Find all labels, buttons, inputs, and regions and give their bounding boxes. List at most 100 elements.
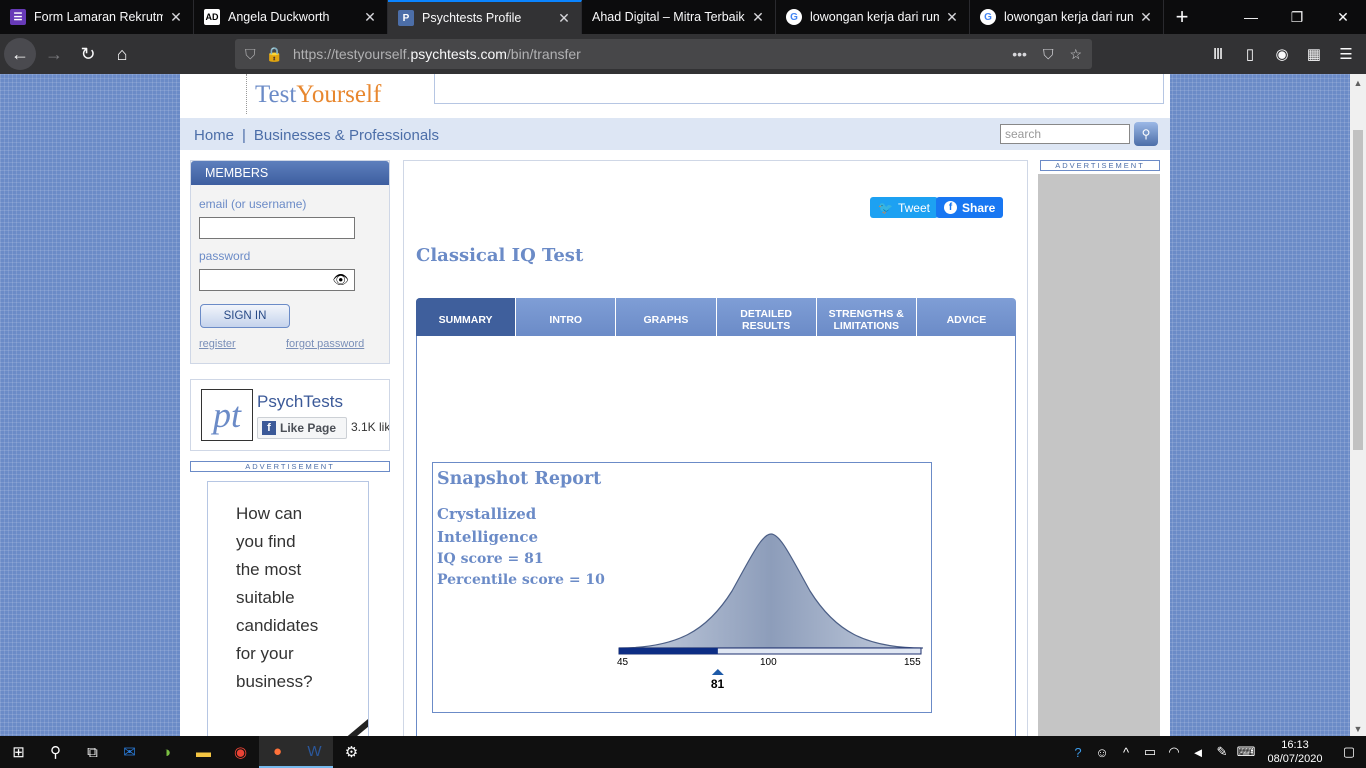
ad-corner-decoration <box>338 717 368 736</box>
people-icon[interactable]: ☺ <box>1090 745 1114 760</box>
nav-separator: | <box>242 127 246 144</box>
help-icon[interactable]: ? <box>1066 745 1090 760</box>
paint-icon[interactable]: ◑ <box>148 736 185 768</box>
tab-advice[interactable]: ADVICE <box>917 298 1016 336</box>
chevron-up-icon[interactable]: ^ <box>1114 745 1138 760</box>
browser-tab[interactable]: ☰ Form Lamaran Rekrutmen ✕ <box>0 0 194 34</box>
nav-home-link[interactable]: Home <box>194 127 234 144</box>
windows-taskbar: ⊞ ⚲ ⧉ ✉ ◑ ▬ ◉ ● W ⚙ ? ☺ ^ ▭ ◠ ◄ ✎ ⌨ 16:1… <box>0 736 1366 768</box>
snapshot-line: Crystallized <box>437 505 537 523</box>
logo-text-b: Yourself <box>296 81 382 108</box>
register-link[interactable]: register <box>199 338 236 350</box>
tab-graphs[interactable]: GRAPHS <box>616 298 717 336</box>
pocket-icon[interactable]: ⛉ <box>1043 46 1054 63</box>
keyboard-icon[interactable]: ⌨ <box>1234 744 1258 760</box>
reload-button[interactable]: ↻ <box>72 38 104 70</box>
show-password-icon[interactable]: 👁 <box>332 272 349 288</box>
tab-summary[interactable]: SUMMARY <box>416 298 517 336</box>
bell-curve-graph: 45 100 155 81 <box>617 533 924 691</box>
task-view-icon[interactable]: ⧉ <box>74 736 111 768</box>
url-host: psychtests.com <box>410 46 507 62</box>
top-banner-ad <box>434 74 1164 104</box>
scroll-thumb[interactable] <box>1353 130 1363 450</box>
sidebar-icon[interactable]: ▯ <box>1238 38 1262 70</box>
search-button[interactable]: ⚲ <box>1134 122 1158 146</box>
page-actions-icon[interactable]: ••• <box>1012 46 1027 62</box>
forward-button[interactable]: → <box>38 38 70 70</box>
url-bar[interactable]: ⛉ 🔒 https://testyourself. psychtests.com /… <box>235 39 1092 69</box>
system-tray: ? ☺ ^ ▭ ◠ ◄ ✎ ⌨ 16:13 08/07/2020 ▢ <box>1066 736 1366 768</box>
scale-min-label: 45 <box>617 657 629 668</box>
logo-text-a: Test <box>255 81 297 108</box>
home-button[interactable]: ⌂ <box>106 38 138 70</box>
bookmark-star-icon[interactable]: ☆ <box>1069 46 1082 63</box>
windows-start-icon[interactable]: ⊞ <box>0 736 37 768</box>
close-tab-icon[interactable]: ✕ <box>945 9 959 26</box>
ad-line: the most <box>236 560 302 579</box>
scroll-down-icon[interactable]: ▼ <box>1350 724 1366 734</box>
site-container: TestYourself Home | Businesses & Profess… <box>180 74 1170 736</box>
percentile-text: Percentile score = 10 <box>437 572 605 588</box>
email-label: email (or username) <box>199 197 307 211</box>
twitter-icon: 🐦 <box>878 200 893 215</box>
ad-icon: AD <box>204 9 220 25</box>
fb-page-name[interactable]: PsychTests <box>257 392 343 412</box>
browser-tab[interactable]: G lowongan kerja dari rumah ✕ <box>776 0 970 34</box>
ad-label: ADVERTISEMENT <box>190 461 390 472</box>
close-tab-icon[interactable]: ✕ <box>751 9 765 26</box>
close-tab-icon[interactable]: ✕ <box>1139 9 1153 26</box>
browser-tab[interactable]: AD Angela Duckworth ✕ <box>194 0 388 34</box>
tab-intro[interactable]: INTRO <box>516 298 617 336</box>
left-advertisement[interactable]: How can you find the most suitable candi… <box>207 481 369 736</box>
search-icon[interactable]: ⚲ <box>37 736 74 768</box>
notifications-icon[interactable]: ▢ <box>1332 744 1366 760</box>
volume-icon[interactable]: ◄ <box>1186 745 1210 760</box>
back-button[interactable]: ← <box>4 38 36 70</box>
psychtests-logo[interactable]: pt <box>201 389 253 441</box>
battery-icon[interactable]: ▭ <box>1138 744 1162 760</box>
file-explorer-icon[interactable]: ▬ <box>185 736 222 768</box>
close-window-button[interactable]: ✕ <box>1320 0 1366 34</box>
account-icon[interactable]: ◉ <box>1270 38 1294 70</box>
tweet-button[interactable]: 🐦 Tweet <box>870 197 938 218</box>
library-icon[interactable]: Ⅲ <box>1206 38 1230 70</box>
search-input[interactable]: search <box>1000 124 1130 144</box>
scroll-up-icon[interactable]: ▲ <box>1350 78 1366 88</box>
page-scrollbar[interactable]: ▲ ▼ <box>1350 74 1366 736</box>
shield-icon[interactable]: ⛉ <box>245 46 256 63</box>
restore-button[interactable]: ❐ <box>1274 0 1320 34</box>
browser-tab[interactable]: G lowongan kerja dari rumah ✕ <box>970 0 1164 34</box>
clock[interactable]: 16:13 08/07/2020 <box>1258 738 1332 766</box>
word-icon[interactable]: W <box>296 736 333 768</box>
close-tab-icon[interactable]: ✕ <box>363 9 377 26</box>
password-field[interactable]: 👁 <box>199 269 355 291</box>
right-advertisement[interactable] <box>1038 174 1160 736</box>
email-field[interactable] <box>199 217 355 239</box>
new-tab-button[interactable]: + <box>1164 0 1200 34</box>
close-tab-icon[interactable]: ✕ <box>169 9 183 26</box>
firefox-icon[interactable]: ● <box>259 736 296 768</box>
chrome-icon[interactable]: ◉ <box>222 736 259 768</box>
window-controls: — ❐ ✕ <box>1228 0 1366 34</box>
browser-tab-active[interactable]: P Psychtests Profile ✕ <box>388 0 582 34</box>
extensions-icon[interactable]: ▦ <box>1302 38 1326 70</box>
tab-strengths-limitations[interactable]: STRENGTHS & LIMITATIONS <box>817 298 917 336</box>
tab-detailed-results[interactable]: DETAILED RESULTS <box>717 298 817 336</box>
outlook-icon[interactable]: ✉ <box>111 736 148 768</box>
forgot-password-link[interactable]: forgot password <box>286 338 364 350</box>
facebook-share-button[interactable]: f Share <box>936 197 1004 218</box>
pen-icon[interactable]: ✎ <box>1210 744 1234 760</box>
wifi-icon[interactable]: ◠ <box>1162 744 1186 760</box>
close-tab-icon[interactable]: ✕ <box>557 10 571 27</box>
google-icon: G <box>786 9 802 25</box>
nav-business-link[interactable]: Businesses & Professionals <box>254 127 439 144</box>
testyourself-logo[interactable]: TestYourself <box>246 74 381 114</box>
app-icon[interactable]: ⚙ <box>333 736 370 768</box>
browser-tab[interactable]: Ahad Digital – Mitra Terbaik P ✕ <box>582 0 776 34</box>
sign-in-button[interactable]: SIGN IN <box>200 304 290 328</box>
like-page-button[interactable]: f Like Page <box>257 417 347 439</box>
menu-icon[interactable]: ☰ <box>1334 38 1358 70</box>
tab-label: Ahad Digital – Mitra Terbaik P <box>592 10 745 24</box>
lock-icon[interactable]: 🔒 <box>266 46 283 63</box>
minimize-button[interactable]: — <box>1228 0 1274 34</box>
